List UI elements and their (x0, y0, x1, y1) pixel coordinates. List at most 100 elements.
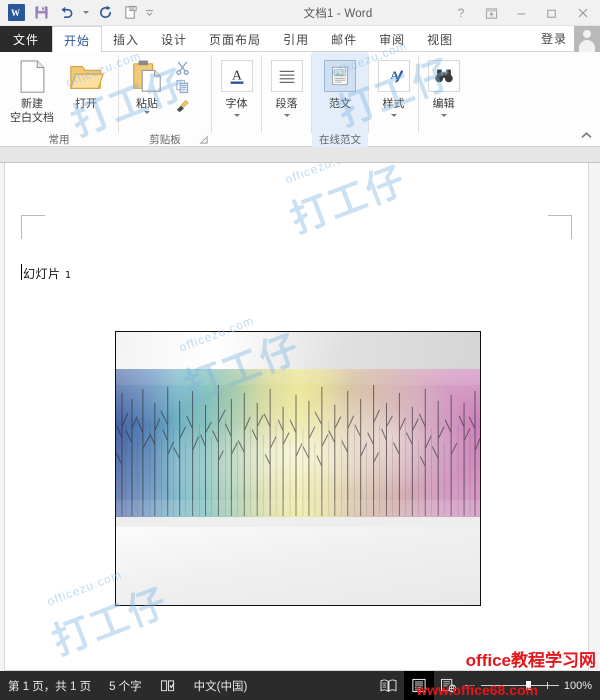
ribbon-group-editing: 编辑 (419, 52, 468, 147)
scissors-icon (175, 61, 189, 75)
paste-button[interactable]: 粘贴 (123, 56, 171, 114)
page-info[interactable]: 第 1 页，共 1 页 (0, 671, 100, 700)
tab-mailings[interactable]: 邮件 (320, 26, 368, 52)
ribbon-bottom-strip (0, 147, 600, 163)
tab-file[interactable]: 文件 (0, 26, 52, 52)
watermark-small-top: officezu.com (283, 163, 363, 187)
minimize-button[interactable] (506, 0, 536, 26)
zoom-slider-tick (546, 682, 548, 689)
font-a-icon: A (220, 60, 253, 92)
brand-watermark-cn: office教程学习网 (465, 651, 596, 670)
sign-in-area: 登录 (534, 25, 600, 52)
tab-page-layout[interactable]: 页面布局 (198, 26, 272, 52)
ribbon-group-styles: A 样式 (369, 52, 418, 147)
styles-dropdown-icon[interactable] (390, 114, 397, 117)
ribbon-group-label-font (212, 131, 261, 147)
picture-bottom-band (116, 527, 480, 605)
redo-icon[interactable] (93, 2, 117, 24)
copy-button[interactable] (171, 78, 193, 95)
save-icon[interactable] (29, 2, 53, 24)
touch-mouse-mode-icon[interactable] (118, 2, 142, 24)
language[interactable]: 中文(中国) (185, 671, 257, 700)
document-picture-icon (324, 60, 356, 92)
watermark-big-top: 打工仔 (285, 163, 413, 242)
binoculars-icon (427, 60, 460, 92)
undo-icon[interactable] (54, 2, 78, 24)
open-button[interactable]: 打开 (60, 56, 112, 111)
ribbon-group-clipboard: 粘贴 剪贴板 (119, 52, 211, 147)
open-label-text: 打开 (75, 98, 97, 110)
copy-icon (175, 79, 188, 94)
paragraph-dropdown-icon[interactable] (283, 114, 290, 117)
new-blank-document-label: 新建 (21, 98, 43, 110)
paste-dropdown-icon[interactable] (144, 111, 150, 114)
ribbon: 新建 空白文档 打开 常用 粘贴 剪贴板 A 字体 段落 范文 在线范文 A 样… (0, 52, 600, 147)
ribbon-display-options-icon[interactable] (476, 0, 506, 26)
paragraph-label: 段落 (275, 98, 298, 110)
font-dropdown-icon[interactable] (233, 114, 240, 117)
title-bar: W 文档1 - Word ? (0, 0, 600, 26)
margin-marker-top-left (21, 215, 45, 239)
paragraph-lines-icon (270, 60, 303, 92)
rainbow-forest-picture[interactable] (115, 331, 481, 606)
ribbon-group-label-online-sample: 在线范文 (319, 133, 361, 146)
proofing-icon[interactable] (151, 671, 185, 700)
tab-home[interactable]: 开始 (52, 26, 103, 53)
page-icon (20, 60, 44, 93)
window-controls: ? (446, 0, 600, 26)
picture-forest-band (116, 369, 480, 517)
new-blank-document-button[interactable]: 新建 空白文档 (6, 56, 58, 125)
editing-dropdown-icon[interactable] (440, 114, 447, 117)
close-button[interactable] (566, 0, 600, 26)
document-page[interactable]: 幻灯片 1 officezu.com 打工仔 officezu.com 打工仔 … (4, 163, 589, 671)
margin-marker-top-right (548, 215, 572, 239)
document-text-main: 幻灯片 (23, 267, 61, 281)
editing-button[interactable]: 编辑 (421, 56, 467, 117)
ribbon-group-label-styles (369, 131, 418, 147)
view-read-mode[interactable] (374, 671, 404, 700)
avatar[interactable] (574, 25, 600, 52)
collapse-ribbon-icon[interactable] (580, 131, 593, 143)
zoom-level[interactable]: 100% (564, 680, 592, 692)
word-count[interactable]: 5 个字 (100, 671, 151, 700)
tab-insert[interactable]: 插入 (102, 26, 150, 52)
ribbon-group-label-common: 常用 (48, 133, 70, 146)
paragraph-button[interactable]: 段落 (264, 56, 310, 117)
cut-button[interactable] (171, 59, 193, 76)
restore-button[interactable] (536, 0, 566, 26)
tab-view[interactable]: 视图 (416, 26, 464, 52)
format-painter-button[interactable] (171, 97, 193, 114)
ribbon-tab-bar: 文件 开始 插入 设计 页面布局 引用 邮件 审阅 视图 登录 (0, 25, 600, 53)
new-blank-document-label2: 空白文档 (10, 112, 54, 124)
tab-references[interactable]: 引用 (272, 26, 320, 52)
style-a-brush-icon: A (377, 60, 410, 92)
tab-design[interactable]: 设计 (150, 26, 198, 52)
font-button[interactable]: A 字体 (214, 56, 260, 117)
styles-label: 样式 (382, 98, 405, 110)
forest-trees-icon (116, 369, 480, 517)
paste-label: 粘贴 (136, 98, 158, 110)
ribbon-group-online-sample: 范文 在线范文 (312, 52, 368, 147)
picture-top-band (116, 332, 480, 369)
text-cursor (21, 264, 22, 280)
ribbon-group-label-editing (419, 131, 468, 147)
help-icon[interactable]: ? (446, 0, 476, 26)
svg-text:A: A (232, 68, 242, 83)
ribbon-group-label-paragraph (262, 131, 311, 147)
sign-in-button[interactable]: 登录 (534, 30, 574, 47)
ribbon-group-label-clipboard: 剪贴板 (149, 133, 181, 146)
brand-watermark-url: www.office68.com (416, 682, 538, 698)
ribbon-group-font: A 字体 (212, 52, 261, 147)
undo-dropdown-icon[interactable] (79, 2, 92, 24)
sample-text-button[interactable]: 范文 (317, 56, 363, 111)
ribbon-group-common: 新建 空白文档 打开 常用 (0, 52, 118, 147)
document-text-number: 1 (64, 270, 72, 281)
word-logo-icon: W (4, 2, 28, 24)
font-label: 字体 (225, 98, 248, 110)
paintbrush-icon (176, 99, 189, 113)
tab-review[interactable]: 审阅 (368, 26, 416, 52)
watermark-small-bottom: officezu.com (45, 567, 125, 609)
customize-quick-access-icon[interactable] (143, 2, 156, 24)
folder-icon (70, 66, 104, 89)
styles-button[interactable]: A 样式 (371, 56, 417, 117)
